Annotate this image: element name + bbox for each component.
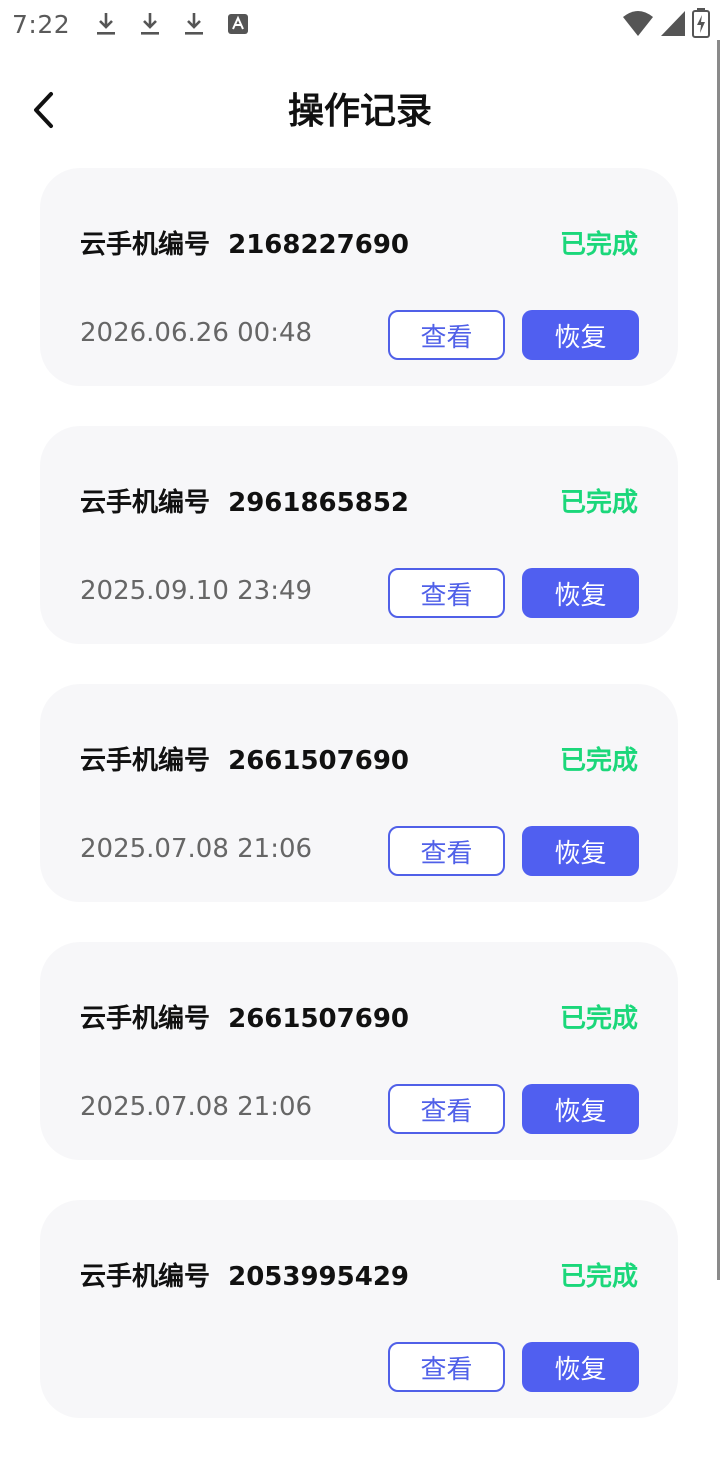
restore-button[interactable]: 恢复 [522, 826, 639, 876]
header: 操作记录 [0, 60, 720, 160]
download-icon [84, 0, 128, 48]
restore-button[interactable]: 恢复 [522, 1342, 639, 1392]
view-button[interactable]: 查看 [388, 1084, 505, 1134]
download-icon [172, 0, 216, 48]
phone-number: 云手机编号 2661507690 [80, 1004, 410, 1034]
record-card: 云手机编号 2168227690 已完成 2026.06.26 00:48 查看… [40, 168, 678, 386]
status-bar: 7:22 [0, 0, 720, 48]
download-icon [128, 0, 172, 48]
view-button[interactable]: 查看 [388, 568, 505, 618]
view-button[interactable]: 查看 [388, 826, 505, 876]
restore-button[interactable]: 恢复 [522, 1084, 639, 1134]
phone-number: 云手机编号 2168227690 [80, 230, 410, 260]
restore-button[interactable]: 恢复 [522, 310, 639, 360]
record-card: 云手机编号 2661507690 已完成 2025.07.08 21:06 查看… [40, 684, 678, 902]
record-time: 2025.07.08 21:06 [80, 834, 313, 864]
record-list[interactable]: 云手机编号 2168227690 已完成 2026.06.26 00:48 查看… [40, 168, 680, 1458]
record-card: 云手机编号 2053995429 已完成 查看 恢复 [40, 1200, 678, 1418]
battery-charging-icon [692, 8, 710, 42]
status-badge: 已完成 [559, 488, 638, 518]
signal-icon [660, 9, 686, 41]
restore-button[interactable]: 恢复 [522, 568, 639, 618]
text-a-icon [216, 0, 260, 48]
record-card: 云手机编号 2661507690 已完成 2025.07.08 21:06 查看… [40, 942, 678, 1160]
view-button[interactable]: 查看 [388, 310, 505, 360]
wifi-icon [622, 9, 654, 41]
phone-number: 云手机编号 2053995429 [80, 1262, 410, 1292]
phone-number: 云手机编号 2961865852 [80, 488, 410, 518]
record-time: 2026.06.26 00:48 [80, 318, 313, 348]
status-badge: 已完成 [559, 1262, 638, 1292]
phone-number: 云手机编号 2661507690 [80, 746, 410, 776]
status-badge: 已完成 [559, 1004, 638, 1034]
status-badge: 已完成 [559, 230, 638, 260]
page-title: 操作记录 [287, 91, 432, 132]
view-button[interactable]: 查看 [388, 1342, 505, 1392]
record-card: 云手机编号 2961865852 已完成 2025.09.10 23:49 查看… [40, 426, 678, 644]
record-time: 2025.09.10 23:49 [80, 576, 313, 606]
record-time: 2025.07.08 21:06 [80, 1092, 313, 1122]
status-time: 7:22 [12, 9, 71, 39]
status-badge: 已完成 [559, 746, 638, 776]
